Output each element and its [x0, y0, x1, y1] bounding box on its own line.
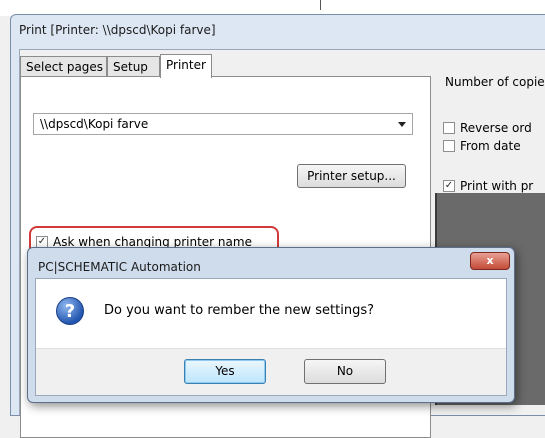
- close-icon[interactable]: x: [470, 252, 510, 270]
- copies-label: Number of copie: [445, 75, 545, 89]
- dialog-message: Do you want to rember the new settings?: [104, 303, 375, 318]
- tab-select-pages[interactable]: Select pages: [20, 56, 107, 76]
- print-window-title: Print [Printer: \\dpscd\Kopi farve]: [19, 23, 216, 37]
- yes-button[interactable]: Yes: [184, 359, 266, 384]
- printer-select-value: \\dpscd\Kopi farve: [40, 117, 149, 131]
- dialog-body: ? Do you want to rember the new settings…: [35, 278, 507, 396]
- dialog-title: PC|SCHEMATIC Automation: [38, 260, 201, 274]
- print-with-checkbox[interactable]: ✓: [443, 180, 455, 192]
- background-tick: [320, 0, 321, 10]
- printer-setup-button[interactable]: Printer setup...: [297, 164, 406, 188]
- from-date-label: From date: [460, 139, 521, 153]
- reverse-order-label: Reverse ord: [460, 121, 532, 135]
- printer-select[interactable]: \\dpscd\Kopi farve: [33, 113, 413, 135]
- dialog-footer: Yes No: [36, 348, 506, 395]
- from-date-checkbox[interactable]: [443, 140, 455, 152]
- reverse-order-checkbox[interactable]: [443, 122, 455, 134]
- confirm-dialog: PC|SCHEMATIC Automation x ? Do you want …: [27, 247, 515, 403]
- question-icon: ?: [56, 297, 84, 325]
- print-with-label: Print with pr: [460, 179, 534, 193]
- chevron-down-icon[interactable]: [398, 122, 406, 127]
- tab-setup[interactable]: Setup: [107, 56, 160, 76]
- tab-printer[interactable]: Printer: [160, 54, 212, 78]
- no-button[interactable]: No: [304, 359, 386, 384]
